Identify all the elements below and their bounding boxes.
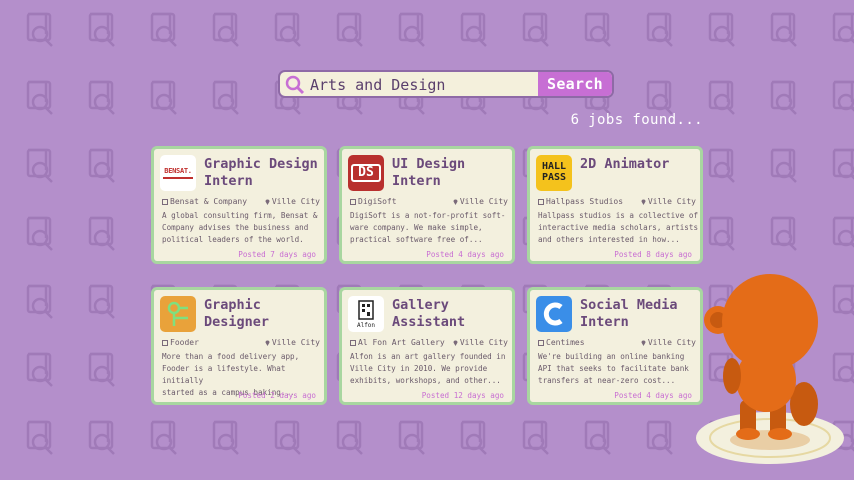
building-icon [538, 198, 544, 205]
job-card-graphic-designer[interactable]: Graphic Designer Fooder Ville City More t… [151, 287, 327, 405]
job-description: Alfon is an art gallery founded in Ville … [350, 352, 506, 385]
posted-date: Posted 8 days ago [614, 250, 692, 259]
job-card-2d-animator[interactable]: HALL PASS 2D Animator Hallpass Studios Vi… [527, 146, 703, 264]
job-title: Graphic Designer [204, 297, 270, 330]
search-input[interactable] [310, 74, 538, 96]
job-title: Gallery Assistant [392, 297, 466, 330]
search-button[interactable]: Search [538, 72, 612, 96]
building-icon [350, 198, 356, 205]
hallpass-logo: HALL PASS [536, 155, 572, 191]
posted-date: Posted 4 days ago [614, 391, 692, 400]
building-icon [162, 198, 168, 205]
posted-date: Posted 2 days ago [238, 391, 316, 400]
pin-icon [265, 199, 270, 205]
job-title: Social Media Intern [580, 297, 678, 330]
company-name: Hallpass Studios [538, 197, 623, 206]
pin-icon [641, 340, 646, 346]
building-icon [538, 339, 544, 346]
building-icon [162, 339, 168, 346]
search-icon [285, 75, 305, 95]
digisoft-logo: DS [348, 155, 384, 191]
posted-date: Posted 4 days ago [426, 250, 504, 259]
job-location: Ville City [641, 338, 696, 347]
job-location: Ville City [265, 197, 320, 206]
job-description: A global consulting firm, Bensat & Compan… [162, 211, 318, 244]
job-title: UI Design Intern [392, 156, 466, 189]
player-character [696, 274, 844, 464]
job-card-gallery-assistant[interactable]: Alfon Gallery Assistant Al Fon Art Galler… [339, 287, 515, 405]
company-name: DigiSoft [350, 197, 397, 206]
job-description: DigiSoft is a not-for-profit soft-ware c… [350, 211, 506, 244]
bensat-logo: BENSAT. [160, 155, 196, 191]
search-bar: Search [278, 70, 614, 98]
job-description: Hallpass studios is a collective of inter… [538, 211, 699, 244]
posted-date: Posted 7 days ago [238, 250, 316, 259]
pin-icon [453, 340, 458, 346]
job-card-graphic-design-intern[interactable]: BENSAT. Graphic Design Intern Bensat & Co… [151, 146, 327, 264]
centimes-logo [536, 296, 572, 332]
company-name: Centimes [538, 338, 585, 347]
building-icon [350, 339, 356, 346]
company-name: Fooder [162, 338, 199, 347]
pin-icon [265, 340, 270, 346]
posted-date: Posted 12 days ago [421, 391, 504, 400]
pin-icon [453, 199, 458, 205]
job-title: Graphic Design Intern [204, 156, 318, 189]
job-card-social-media-intern[interactable]: Social Media Intern Centimes Ville City W… [527, 287, 703, 405]
job-location: Ville City [265, 338, 320, 347]
fooder-logo [160, 296, 196, 332]
job-location: Ville City [641, 197, 696, 206]
job-location: Ville City [453, 338, 508, 347]
job-title: 2D Animator [580, 156, 670, 172]
pin-icon [641, 199, 646, 205]
alfon-logo: Alfon [348, 296, 384, 332]
job-location: Ville City [453, 197, 508, 206]
results-count: 6 jobs found... [570, 112, 703, 128]
job-card-ui-design-intern[interactable]: DS UI Design Intern DigiSoft Ville City D… [339, 146, 515, 264]
company-name: Al Fon Art Gallery [350, 338, 445, 347]
job-description: We're building an online banking API that… [538, 352, 689, 385]
company-name: Bensat & Company [162, 197, 247, 206]
